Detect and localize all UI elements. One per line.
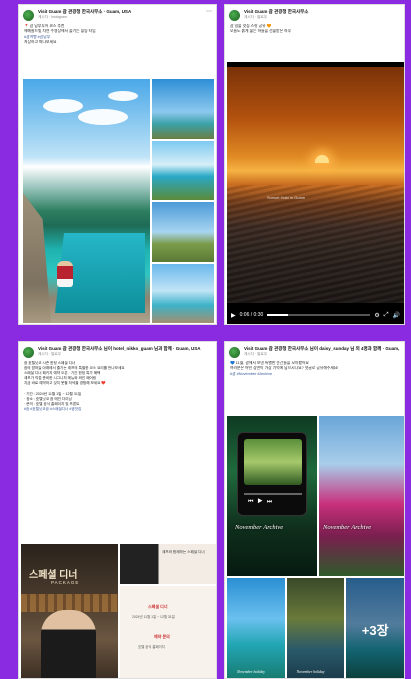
phone-mockup: ⏮▶⏭ xyxy=(237,432,307,516)
post-card[interactable]: Visit Guam 괌 관광청 한국사무소 님이 daisy_sunday 님… xyxy=(224,341,405,679)
photo-more[interactable]: +3장 xyxy=(346,578,404,678)
photo-music-player[interactable]: ⏮▶⏭ November Archive xyxy=(227,416,317,576)
poster-side-text: 셰프와 함께하는 스페셜 디너 xyxy=(162,550,205,554)
avatar[interactable] xyxy=(23,10,34,21)
caption-line: 저장하고 떠나보세요 xyxy=(24,40,57,45)
post-header: Visit Guam 괌 관광청 한국사무소 님이 daisy_sunday 님… xyxy=(225,342,404,360)
post-meta: 게시자 · Instagram xyxy=(38,15,68,19)
photo-grid[interactable]: 스페셜 디너 PACKAGE 셰프와 함께하는 스페셜 디너 스페셜 디너 20… xyxy=(21,544,216,678)
avatar[interactable] xyxy=(229,347,240,358)
player-controls-icon: ⏮▶⏭ xyxy=(248,499,277,505)
menu-desc: 2024년 11월 1일 ~ 12월 31일 xyxy=(132,615,175,619)
video-progress-fill xyxy=(267,314,288,316)
post-header: Visit Guam 괌 관광청 한국사무소 게시자 · 팔로우 xyxy=(225,5,404,23)
post-caption: 💙 11월, 괌에서 보낸 특별한 순간들을 모아봤어요 여러분은 어떤 장면이… xyxy=(225,360,404,378)
sun xyxy=(315,155,329,163)
fullscreen-icon[interactable]: ⤢ xyxy=(384,312,389,319)
post-caption: 📍 괌 남부투어 코스 추천 에메랄드빛 자연 수영장에서 즐기는 힐링 타임 … xyxy=(19,23,216,47)
settings-icon[interactable]: ⚙ xyxy=(374,312,379,319)
archive-caption: November Archive xyxy=(235,524,284,531)
video-watermark: Sunset Hobi in Guam xyxy=(267,195,306,200)
holiday-caption: November holiday xyxy=(237,670,265,674)
photo-natural-pool[interactable] xyxy=(23,79,150,323)
photo-grid[interactable] xyxy=(23,79,214,323)
sunset-video-frame[interactable]: Sunset Hobi in Guam xyxy=(227,67,404,303)
photo-grid[interactable]: ⏮▶⏭ November Archive November Archive No… xyxy=(227,416,404,678)
post-caption: 괌 호텔닛코 시즌 한정 스페셜 디너 괌의 밤하늘 아래에서 즐기는 셰프의 … xyxy=(19,360,216,413)
caption-hashtags[interactable]: #괌 #November #Archive xyxy=(230,372,399,377)
caption-hashtags[interactable]: #괌 #호텔닛코괌 #스페셜디너 #괌맛집 xyxy=(24,407,211,412)
dinner-package-poster[interactable]: 스페셜 디너 PACKAGE xyxy=(21,544,118,678)
post-card[interactable]: Visit Guam 괌 관광청 한국사무소 · Guam, USA 게시자 ·… xyxy=(18,4,217,325)
photo-thumbnail[interactable] xyxy=(152,79,214,139)
chef-figure xyxy=(41,610,96,678)
page-name[interactable]: Visit Guam 괌 관광청 한국사무소 님이 hotel_nikko_gu… xyxy=(38,346,212,352)
photo-thumbnail[interactable] xyxy=(152,202,214,262)
archive-caption: November Archive xyxy=(323,524,372,531)
avatar[interactable] xyxy=(23,347,34,358)
video-progress-bar[interactable] xyxy=(267,314,371,316)
post-meta: 게시자 · 팔로우 xyxy=(38,352,62,356)
dinner-poster-thumbnail[interactable]: 셰프와 함께하는 스페셜 디너 xyxy=(120,544,216,584)
post-card[interactable]: Visit Guam 괌 관광청 한국사무소 게시자 · 팔로우 괌 일몰 맛집… xyxy=(224,4,405,325)
post-caption: 괌 일몰 맛집 스팟 공유 🧡 오늘도 붉게 물든 하늘을 선물받은 하루 xyxy=(225,23,404,36)
post-header: Visit Guam 괌 관광청 한국사무소 · Guam, USA 게시자 ·… xyxy=(19,5,216,23)
photo-thumbnail[interactable] xyxy=(152,140,214,200)
menu-title: 예약 문의 xyxy=(154,634,170,639)
poster-title: 스페셜 디너 xyxy=(29,570,78,581)
more-photos-count[interactable]: +3장 xyxy=(346,578,404,678)
page-name[interactable]: Visit Guam 괌 관광청 한국사무소 님이 daisy_sunday 님… xyxy=(244,346,400,352)
poster-subtitle: PACKAGE xyxy=(51,580,80,585)
post-meta: 게시자 · 팔로우 xyxy=(244,15,268,19)
volume-icon[interactable]: 🔊 xyxy=(393,312,400,319)
caption-line: 오늘도 붉게 물든 하늘을 선물받은 하루 xyxy=(230,29,292,34)
holiday-caption: November holiday xyxy=(296,670,325,674)
play-icon[interactable]: ▶ xyxy=(231,312,236,319)
video-controls: ▶ 0:06 / 0:30 ⚙ ⤢ 🔊 xyxy=(227,306,404,324)
video-player[interactable]: Sunset Hobi in Guam ▶ 0:06 / 0:30 ⚙ ⤢ 🔊 xyxy=(227,62,404,324)
photo-cave[interactable]: November holiday xyxy=(286,578,345,678)
avatar[interactable] xyxy=(229,10,240,21)
photo-flower-arch[interactable]: November Archive xyxy=(319,416,404,576)
post-header: Visit Guam 괌 관광청 한국사무소 님이 hotel_nikko_gu… xyxy=(19,342,216,360)
more-options-icon[interactable]: ⋯ xyxy=(206,9,212,15)
photo-thumbnails xyxy=(152,79,214,323)
menu-title: 스페셜 디너 xyxy=(148,604,168,609)
video-time: 0:06 / 0:30 xyxy=(239,312,264,318)
post-card[interactable]: Visit Guam 괌 관광청 한국사무소 님이 hotel_nikko_gu… xyxy=(18,341,217,679)
photo-thumbnail[interactable] xyxy=(152,263,214,323)
photo-beach[interactable]: November holiday xyxy=(227,578,285,678)
post-meta: 게시자 · 팔로우 xyxy=(244,352,268,356)
menu-desc: 호텔 공식 홈페이지 xyxy=(138,645,165,649)
menu-poster-thumbnail[interactable]: 스페셜 디너 2024년 11월 1일 ~ 12월 31일 예약 문의 호텔 공… xyxy=(120,586,216,678)
